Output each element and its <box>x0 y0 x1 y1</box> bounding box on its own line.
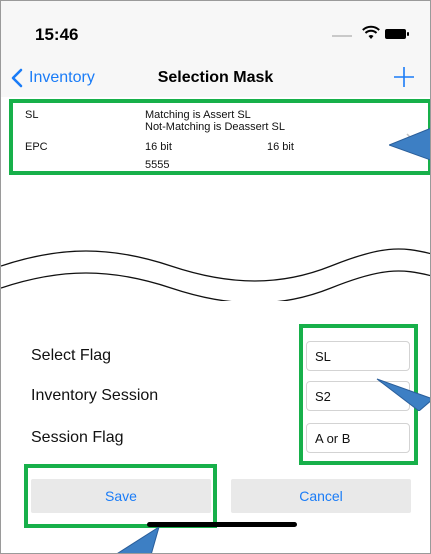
settings-form: Select Flag SL Inventory Session S2 Sess… <box>1 301 430 553</box>
plus-icon[interactable] <box>390 63 418 91</box>
status-time: 15:46 <box>35 25 79 44</box>
phone-screen: 15:46 Inventory Selection Mask SL Matchi… <box>0 0 431 554</box>
mask-bank: EPC <box>25 141 48 153</box>
save-button[interactable]: Save <box>31 479 211 513</box>
session-flag-field[interactable]: A or B <box>306 423 410 453</box>
navigation-bar: Inventory Selection Mask <box>1 61 430 97</box>
status-bar: 15:46 <box>1 1 430 61</box>
page-title: Selection Mask <box>157 69 274 86</box>
inventory-session-label: Inventory Session <box>31 387 159 404</box>
mask-offset: 16 bit <box>145 141 172 153</box>
wifi-icon <box>362 25 380 39</box>
mask-length: 16 bit <box>267 141 294 153</box>
selection-mask-row[interactable]: SL Matching is Assert SL Not-Matching is… <box>9 99 430 175</box>
callout-arrow-icon <box>389 128 430 161</box>
mask-value: 5555 <box>145 159 170 171</box>
mask-target: SL <box>25 109 39 121</box>
select-flag-label: Select Flag <box>31 347 112 364</box>
callout-arrow-icon <box>376 378 430 411</box>
cancel-button[interactable]: Cancel <box>231 479 411 513</box>
mask-action-not-matching: Not-Matching is Deassert SL <box>145 121 285 133</box>
signal-icon <box>332 35 352 37</box>
battery-icon <box>385 29 409 39</box>
session-flag-label: Session Flag <box>31 429 124 446</box>
callout-arrow-icon <box>117 527 160 553</box>
mask-action-matching: Matching is Assert SL <box>145 109 251 121</box>
page-break-divider <box>1 248 430 304</box>
select-flag-field[interactable]: SL <box>306 341 410 371</box>
